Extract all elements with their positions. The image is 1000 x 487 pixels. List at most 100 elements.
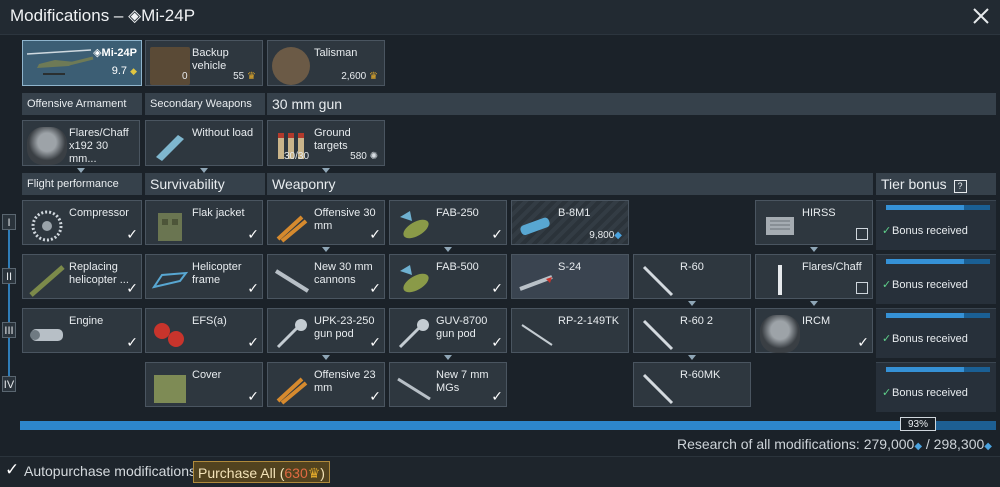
section-30mm-gun: 30 mm gun bbox=[267, 93, 996, 115]
close-icon[interactable] bbox=[970, 5, 992, 27]
section-secondary-weapons: Secondary Weapons bbox=[145, 93, 265, 115]
installed-checkbox[interactable] bbox=[246, 280, 259, 297]
mod-helicopter-frame[interactable]: Helicopter frame bbox=[145, 254, 263, 299]
mod-without-load[interactable]: Without load bbox=[145, 120, 263, 166]
installed-checkbox[interactable] bbox=[368, 388, 381, 405]
mod-fab-250[interactable]: FAB-250 bbox=[389, 200, 507, 245]
installed-checkbox[interactable] bbox=[368, 280, 381, 297]
mod-hirss[interactable]: HIRSS bbox=[755, 200, 873, 245]
section-weaponry: Weaponry bbox=[267, 173, 873, 195]
tier-bonus-4: ✓ Bonus received bbox=[876, 362, 996, 412]
installed-checkbox[interactable] bbox=[368, 226, 381, 243]
gold-eagle-icon: ♛ bbox=[307, 465, 321, 481]
talisman-cell[interactable]: Talisman 2,600 ♛ bbox=[267, 40, 385, 86]
backup-vehicle-cell[interactable]: Backup vehicle 0 55 ♛ bbox=[145, 40, 263, 86]
installed-checkbox[interactable] bbox=[490, 334, 503, 351]
installed-checkbox[interactable] bbox=[490, 388, 503, 405]
installed-checkbox[interactable] bbox=[246, 334, 259, 351]
research-label: Research of all modifications: 279,000 bbox=[676, 436, 915, 452]
section-flight-performance: Flight performance bbox=[22, 173, 142, 195]
installed-checkbox[interactable] bbox=[125, 226, 138, 243]
frame-icon bbox=[151, 271, 189, 289]
mod-b-8m1[interactable]: B-8M1 9,800◆ bbox=[511, 200, 629, 245]
arrow-icon bbox=[444, 247, 452, 252]
flare-icon bbox=[778, 265, 782, 295]
installed-checkbox[interactable] bbox=[856, 334, 869, 351]
installed-checkbox[interactable] bbox=[246, 226, 259, 243]
talisman-label: Talisman bbox=[314, 47, 358, 59]
mod-efs-a[interactable]: EFS(a) bbox=[145, 308, 263, 353]
mod-upk-23-250[interactable]: UPK-23-250 gun pod bbox=[267, 308, 385, 353]
help-icon[interactable]: ? bbox=[953, 180, 967, 193]
mod-label: FAB-500 bbox=[436, 261, 479, 273]
arrow-icon bbox=[688, 355, 696, 360]
missile-icon bbox=[642, 373, 674, 405]
mod-flak-jacket[interactable]: Flak jacket bbox=[145, 200, 263, 245]
unit-br: 9.7 ◆ bbox=[112, 65, 137, 77]
mod-offensive-23mm[interactable]: Offensive 23 mm bbox=[267, 362, 385, 407]
backup-price: 55 ♛ bbox=[233, 71, 256, 82]
mod-rp-2-149tk[interactable]: RP-2-149TK bbox=[511, 308, 629, 353]
mod-r-60mk[interactable]: R-60MK bbox=[633, 362, 751, 407]
installed-checkbox[interactable] bbox=[490, 280, 503, 297]
arrow-icon bbox=[810, 247, 818, 252]
mod-new-7mm-mgs[interactable]: New 7 mm MGs bbox=[389, 362, 507, 407]
br-arrow-icon: ◆ bbox=[130, 66, 137, 76]
backup-label: Backup vehicle bbox=[192, 47, 229, 72]
mod-label: R-60 bbox=[680, 261, 704, 273]
arrow-icon bbox=[322, 355, 330, 360]
tier-label: II bbox=[2, 268, 16, 284]
mod-s-24[interactable]: S-24 bbox=[511, 254, 629, 299]
arrow-icon bbox=[322, 247, 330, 252]
install-checkbox[interactable] bbox=[856, 228, 868, 240]
installed-checkbox[interactable] bbox=[490, 226, 503, 243]
installed-checkbox[interactable] bbox=[246, 388, 259, 405]
mod-flares-chaff[interactable]: Flares/Chaff bbox=[755, 254, 873, 299]
pylon-icon bbox=[156, 135, 184, 161]
mod-r-60[interactable]: R-60 bbox=[633, 254, 751, 299]
installed-checkbox[interactable] bbox=[125, 334, 138, 351]
mod-ircm[interactable]: IRCM bbox=[755, 308, 873, 353]
mod-fab-500[interactable]: FAB-500 bbox=[389, 254, 507, 299]
autopurchase-toggle[interactable]: Autopurchase modifications bbox=[5, 460, 196, 480]
machine-gun-icon bbox=[397, 377, 431, 401]
mod-label: Flak jacket bbox=[192, 207, 245, 219]
missile-icon bbox=[642, 319, 674, 351]
tier-label: III bbox=[2, 322, 16, 338]
unit-card[interactable]: ◈Mi-24P 9.7 ◆ bbox=[22, 40, 142, 86]
tier-progress-bar bbox=[886, 313, 990, 318]
mod-label: IRCM bbox=[802, 315, 831, 327]
tier-bonus-2: ✓ Bonus received bbox=[876, 254, 996, 304]
arrow-icon bbox=[444, 355, 452, 360]
mod-label: Flares/Chaff bbox=[802, 261, 862, 273]
backup-price-value: 55 bbox=[233, 71, 245, 82]
rocket-pod-icon bbox=[520, 217, 550, 236]
mod-offensive-30mm[interactable]: Offensive 30 mm bbox=[267, 200, 385, 245]
mod-new-30mm-cannons[interactable]: New 30 mm cannons bbox=[267, 254, 385, 299]
install-checkbox[interactable] bbox=[856, 282, 868, 294]
mod-label: Compressor bbox=[69, 207, 129, 219]
price-value: 580 bbox=[350, 151, 367, 162]
purchase-all-button[interactable]: Purchase All (630♛) bbox=[193, 461, 330, 483]
arrow-icon bbox=[688, 301, 696, 306]
mod-guv-8700[interactable]: GUV-8700 gun pod bbox=[389, 308, 507, 353]
mod-compressor[interactable]: Compressor bbox=[22, 200, 142, 245]
mod-engine[interactable]: Engine bbox=[22, 308, 142, 353]
autopurchase-checkbox[interactable] bbox=[5, 460, 20, 480]
mod-ground-targets[interactable]: Ground targets 30/30 580 ✺ bbox=[267, 120, 385, 166]
engine-icon bbox=[30, 329, 63, 341]
installed-checkbox[interactable] bbox=[368, 334, 381, 351]
mod-label: EFS(a) bbox=[192, 315, 227, 327]
mod-cover[interactable]: Cover bbox=[145, 362, 263, 407]
mod-flares-chaff-x192[interactable]: Flares/Chaff x192 30 mm... bbox=[22, 120, 140, 166]
research-progress-bar bbox=[20, 421, 996, 430]
check-icon: ✓ bbox=[882, 333, 892, 345]
mod-replacing-helicopter[interactable]: Replacing helicopter ... bbox=[22, 254, 142, 299]
installed-checkbox[interactable] bbox=[125, 280, 138, 297]
bonus-text: Bonus received bbox=[892, 279, 968, 291]
talisman-price: 2,600 ♛ bbox=[341, 71, 378, 82]
mod-r-60-2[interactable]: R-60 2 bbox=[633, 308, 751, 353]
mod-label: Flares/Chaff x192 30 mm... bbox=[69, 127, 129, 165]
mod-label: R-60 2 bbox=[680, 315, 714, 327]
section-survivability: Survivability bbox=[145, 173, 265, 195]
